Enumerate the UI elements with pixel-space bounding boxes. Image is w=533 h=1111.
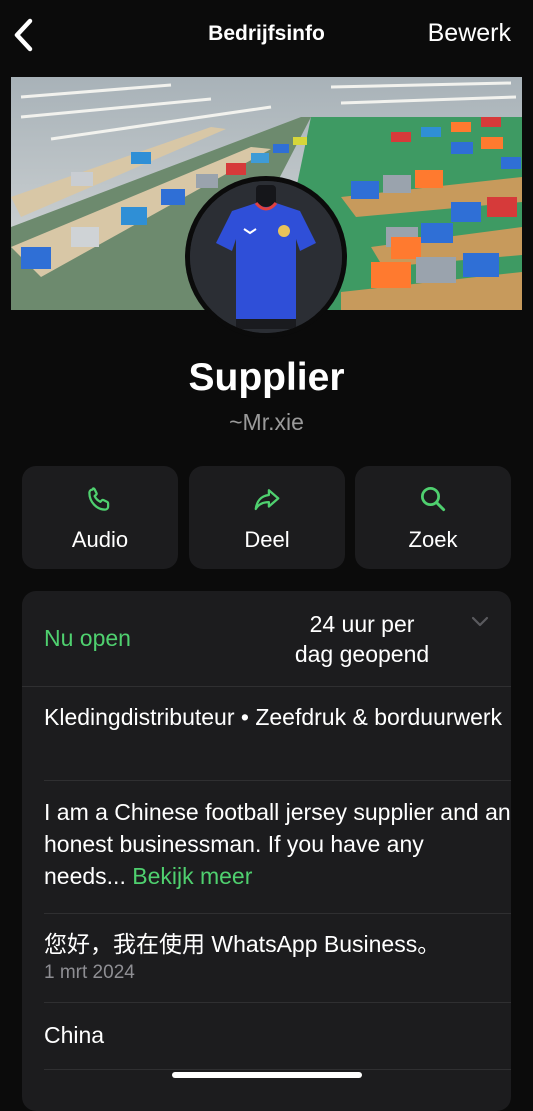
jersey-photo: [190, 181, 342, 333]
business-info-card: Nu open 24 uur per dag geopend Kledingdi…: [22, 591, 511, 1111]
search-icon: [355, 484, 511, 514]
hours-line-1: 24 uur per: [309, 611, 415, 637]
read-more-link[interactable]: Bekijk meer: [132, 863, 252, 889]
business-category: Kledingdistributeur • Zeefdruk & borduur…: [44, 704, 503, 730]
country-row: China: [44, 1004, 511, 1070]
about-row: 您好，我在使用 WhatsApp Business。 1 mrt 2024: [44, 915, 511, 1003]
avatar[interactable]: [185, 176, 347, 338]
business-name: Supplier: [188, 356, 345, 399]
about-date: 1 mrt 2024: [44, 962, 135, 983]
business-description: I am a Chinese football jersey supplier …: [44, 799, 511, 889]
open-status: Nu open: [44, 625, 131, 651]
home-indicator: [172, 1072, 362, 1078]
about-text: 您好，我在使用 WhatsApp Business。: [44, 931, 441, 957]
share-button[interactable]: Deel: [189, 466, 345, 569]
audio-call-button[interactable]: Audio: [22, 466, 178, 569]
top-bar: Bedrijfsinfo Bewerk: [0, 0, 533, 72]
business-country: China: [44, 1022, 105, 1048]
chevron-down-icon[interactable]: [469, 611, 491, 633]
business-hours-row[interactable]: Nu open 24 uur per dag geopend: [22, 591, 511, 687]
description-row: I am a Chinese football jersey supplier …: [44, 782, 511, 914]
hours-line-2: dag geopend: [294, 641, 430, 667]
audio-label: Audio: [71, 527, 129, 552]
search-button[interactable]: Zoek: [355, 466, 511, 569]
edit-button[interactable]: Bewerk: [428, 19, 511, 48]
phone-icon: [22, 484, 178, 514]
category-row: Kledingdistributeur • Zeefdruk & borduur…: [44, 687, 511, 781]
business-hours: 24 uur per dag geopend: [262, 609, 462, 669]
share-arrow-icon: [189, 484, 345, 514]
business-handle: ~Mr.xie: [229, 409, 304, 435]
search-label: Zoek: [408, 527, 458, 552]
share-label: Deel: [244, 527, 290, 552]
